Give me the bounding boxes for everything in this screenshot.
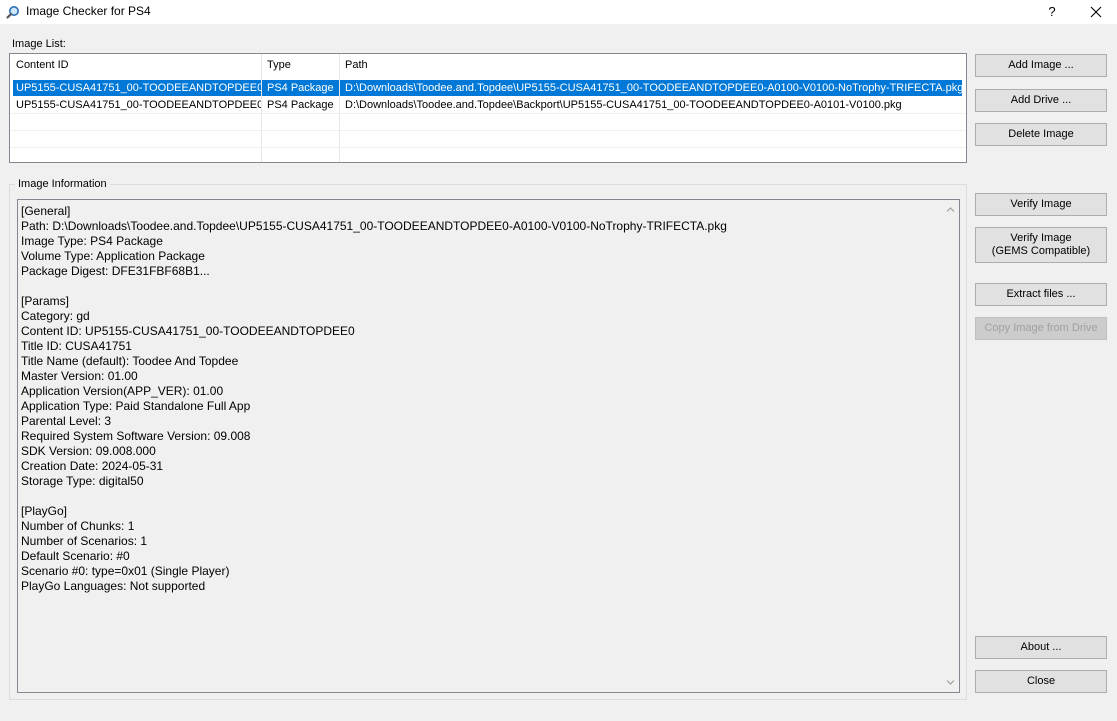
image-list-label: Image List: — [12, 38, 66, 50]
table-row[interactable]: UP5155-CUSA41751_00-TOODEEANDTOPDEE0 PS4… — [10, 80, 966, 96]
type-cell: PS4 Package — [267, 99, 334, 111]
window-title: Image Checker for PS4 — [26, 4, 151, 18]
path-cell: D:\Downloads\Toodee.and.Topdee\Backport\… — [345, 99, 902, 111]
column-header-type[interactable]: Type — [267, 54, 291, 76]
image-list-view[interactable]: Content ID Type Path UP5155-CUSA41751_00… — [9, 53, 967, 163]
column-header-path[interactable]: Path — [345, 54, 368, 76]
magnifier-app-icon — [6, 5, 20, 19]
window-close-button[interactable] — [1076, 0, 1116, 24]
info-line — [21, 279, 936, 294]
verify-image-button[interactable]: Verify Image — [975, 193, 1107, 216]
info-line: [General] — [21, 204, 71, 218]
info-line: Parental Level: 3 — [21, 414, 112, 428]
info-line: Category: gd — [21, 309, 90, 323]
info-line: [Params] — [21, 294, 70, 308]
info-line: Title Name (default): Toodee And Topdee — [21, 354, 239, 368]
info-line: Content ID: UP5155-CUSA41751_00-TOODEEAN… — [21, 324, 355, 338]
info-line: Master Version: 01.00 — [21, 369, 138, 383]
scroll-down-arrow-icon[interactable] — [946, 678, 955, 687]
about-button[interactable]: About ... — [975, 636, 1107, 659]
delete-image-button[interactable]: Delete Image — [975, 123, 1107, 146]
content-id-cell: UP5155-CUSA41751_00-TOODEEANDTOPDEE0 — [16, 82, 261, 94]
info-line: Storage Type: digital50 — [21, 474, 144, 488]
extract-files-button[interactable]: Extract files ... — [975, 283, 1107, 306]
info-line: Application Version(APP_VER): 01.00 — [21, 384, 224, 398]
info-lines: [General] Path: D:\Downloads\Toodee.and.T… — [21, 204, 936, 594]
info-line: SDK Version: 09.008.000 — [21, 444, 156, 458]
add-drive-button[interactable]: Add Drive ... — [975, 89, 1107, 112]
info-line: Package Digest: DFE31FBF68B1... — [21, 264, 210, 278]
info-line: Required System Software Version: 09.008 — [21, 429, 251, 443]
title-bar — [0, 0, 1117, 24]
add-image-button[interactable]: Add Image ... — [975, 54, 1107, 77]
info-line: PlayGo Languages: Not supported — [21, 579, 206, 593]
close-icon — [1090, 6, 1102, 18]
table-row[interactable]: UP5155-CUSA41751_00-TOODEEANDTOPDEE0 PS4… — [10, 97, 966, 113]
info-line: Default Scenario: #0 — [21, 549, 130, 563]
content-id-cell: UP5155-CUSA41751_00-TOODEEANDTOPDEE0 — [16, 99, 261, 111]
vertical-scrollbar[interactable] — [942, 200, 959, 692]
info-line: Number of Chunks: 1 — [21, 519, 135, 533]
info-line: Path: D:\Downloads\Toodee.and.Topdee\UP5… — [21, 219, 727, 233]
info-line: Volume Type: Application Package — [21, 249, 205, 263]
verify-gems-line1: Verify Image — [1010, 232, 1072, 244]
info-line: Title ID: CUSA41751 — [21, 339, 132, 353]
info-line — [21, 489, 936, 504]
image-information-text[interactable]: [General] Path: D:\Downloads\Toodee.and.T… — [17, 199, 960, 693]
scroll-up-arrow-icon[interactable] — [946, 205, 955, 214]
copy-image-from-drive-button[interactable]: Copy Image from Drive — [975, 317, 1107, 340]
type-cell: PS4 Package — [267, 82, 334, 94]
info-line: Image Type: PS4 Package — [21, 234, 163, 248]
verify-image-gems-button[interactable]: Verify Image (GEMS Compatible) — [975, 227, 1107, 263]
close-button[interactable]: Close — [975, 670, 1107, 693]
image-information-label: Image Information — [15, 178, 110, 190]
info-line: Creation Date: 2024-05-31 — [21, 459, 164, 473]
help-button[interactable]: ? — [1037, 0, 1067, 24]
path-cell: D:\Downloads\Toodee.and.Topdee\UP5155-CU… — [345, 82, 962, 94]
verify-gems-line2: (GEMS Compatible) — [991, 245, 1091, 257]
info-line: Application Type: Paid Standalone Full A… — [21, 399, 251, 413]
info-line: Number of Scenarios: 1 — [21, 534, 148, 548]
info-line: [PlayGo] — [21, 504, 68, 518]
column-header-content-id[interactable]: Content ID — [16, 54, 69, 76]
info-line: Scenario #0: type=0x01 (Single Player) — [21, 564, 230, 578]
